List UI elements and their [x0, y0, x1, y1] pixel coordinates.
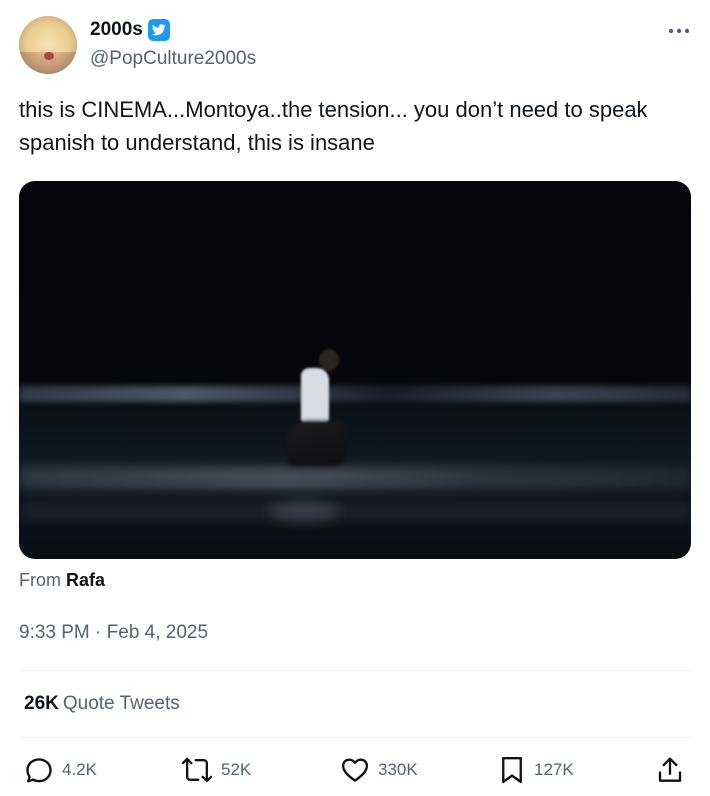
video-figure-legs — [287, 421, 347, 466]
video-reflection — [269, 501, 339, 521]
video-wave-foam — [19, 466, 691, 490]
divider-top — [19, 670, 691, 671]
reply-icon — [26, 758, 52, 783]
retweet-icon — [181, 757, 213, 783]
divider-bottom — [19, 737, 691, 738]
avatar-hair — [19, 16, 77, 52]
share-icon — [658, 757, 682, 782]
video-media[interactable] — [19, 181, 691, 559]
from-label: From — [19, 570, 61, 590]
from-source-link[interactable]: Rafa — [66, 570, 105, 590]
video-wave-highlight — [19, 386, 691, 402]
quote-tweets-stat[interactable]: 26K Quote Tweets — [24, 692, 180, 716]
retweet-button[interactable]: 52K — [181, 755, 251, 785]
like-count: 330K — [378, 760, 418, 779]
quote-count: 26K — [24, 693, 59, 714]
verified-badge-icon — [147, 19, 170, 41]
avatar[interactable] — [19, 16, 77, 74]
reply-button[interactable]: 4.2K — [24, 755, 97, 785]
bookmark-count: 127K — [534, 760, 574, 779]
bookmark-icon — [502, 756, 522, 784]
author-handle[interactable]: @PopCulture2000s — [90, 47, 256, 71]
tweet-text: this is CINEMA...Montoya..the tension...… — [19, 97, 648, 155]
bird-icon — [151, 24, 166, 36]
video-figure-head — [319, 349, 339, 371]
avatar-mouth — [44, 52, 54, 60]
retweet-count: 52K — [221, 760, 252, 779]
author-display-name[interactable]: 2000s — [90, 18, 143, 42]
heart-icon — [341, 758, 369, 782]
video-figure-shirt — [301, 368, 329, 423]
reply-count: 4.2K — [62, 760, 97, 779]
quote-label: Quote Tweets — [62, 693, 180, 714]
tweet: 2000s @PopCulture2000s this is CINEMA...… — [0, 0, 710, 796]
tweet-timestamp[interactable]: 9:33 PM · Feb 4, 2025 — [19, 621, 208, 645]
more-icon[interactable] — [666, 18, 692, 44]
video-wave-shore — [19, 501, 691, 521]
media-source: From Rafa — [19, 568, 105, 592]
like-button[interactable]: 330K — [340, 755, 418, 785]
author-name-row: 2000s — [90, 18, 170, 42]
bookmark-button[interactable]: 127K — [498, 755, 574, 785]
share-button[interactable] — [656, 755, 684, 785]
action-bar: 4.2K 52K 330K 127K — [0, 755, 710, 787]
